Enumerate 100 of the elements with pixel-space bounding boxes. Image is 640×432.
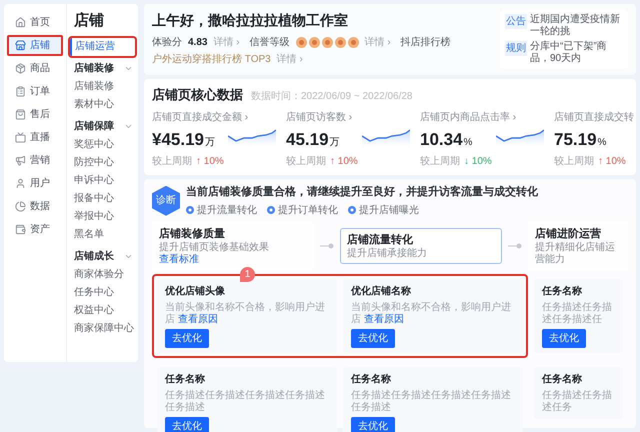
nav-item[interactable]: 店铺 xyxy=(7,35,63,56)
subnav-title: 店铺 xyxy=(72,11,105,31)
tag-dot-icon xyxy=(186,206,194,214)
subnav-item[interactable]: 任务中心 xyxy=(70,284,135,302)
tv-icon xyxy=(15,132,26,143)
notice-text[interactable]: 近期国内遭受疫情新一轮的挑 xyxy=(530,14,623,38)
task-title: 任务名称 xyxy=(542,284,582,299)
diagnosis-tag: 提升订单转化 xyxy=(278,202,338,218)
nav-item[interactable]: 首页 xyxy=(7,12,63,33)
metric-value: 10.34 xyxy=(420,128,463,150)
chevron-icon[interactable] xyxy=(124,64,133,73)
compare-label: 较上周期 xyxy=(420,154,460,169)
optimize-button[interactable]: 去优化 xyxy=(165,417,209,432)
arrow-icon xyxy=(320,242,334,249)
metric-label[interactable]: 店铺页直接成交金额 › xyxy=(152,110,280,124)
metric-value: 75.19 xyxy=(554,128,597,150)
nav-item[interactable]: 用户 xyxy=(7,173,63,194)
subnav-item[interactable]: 商家保障中心 xyxy=(70,320,135,338)
nav-item[interactable]: 资产 xyxy=(7,219,63,240)
compare-label: 较上周期 xyxy=(554,154,594,169)
nav-item[interactable]: 售后 xyxy=(7,104,63,125)
subnav-item[interactable]: 举报中心 xyxy=(70,208,135,226)
diagnosis-tag: 提升店铺曝光 xyxy=(359,202,419,218)
section-title: 店铺页核心数据 xyxy=(152,86,243,104)
stage-title: 店铺进阶运营 xyxy=(535,226,602,242)
nav-item[interactable]: 数据 xyxy=(7,196,63,217)
credit-badge-icon xyxy=(334,37,346,48)
metric-label[interactable]: 店铺页访客数 › xyxy=(286,110,414,124)
clipboard-icon xyxy=(15,86,26,97)
task-title: 优化店铺名称 xyxy=(351,284,411,299)
subnav-item[interactable]: 素材中心 xyxy=(70,96,135,114)
subnav-item[interactable]: 奖惩中心 xyxy=(70,136,135,154)
task-title: 优化店铺头像 xyxy=(165,284,225,299)
compare-label: 较上周期 xyxy=(152,154,192,169)
rank-value: 户外运动穿搭排行榜 TOP3 xyxy=(152,52,271,67)
notice-text[interactable]: 分库中“已下架”商品，90天内 xyxy=(530,41,623,65)
chevron-icon[interactable] xyxy=(124,252,133,261)
view-reason-link[interactable]: 查看原因 xyxy=(178,314,218,325)
optimize-button[interactable]: 去优化 xyxy=(351,329,395,348)
chevron-icon[interactable] xyxy=(124,122,133,131)
subnav-item[interactable]: 防控中心 xyxy=(70,154,135,172)
nav-item[interactable]: 订单 xyxy=(7,81,63,102)
task-desc: 任务描述任务描述任务描述任 xyxy=(542,302,613,326)
subnav-group-title: 店铺保障 xyxy=(74,119,114,134)
optimize-button[interactable]: 去优化 xyxy=(351,417,395,432)
metric-unit: 万 xyxy=(205,136,215,150)
greeting: 上午好，撒哈拉拉拉植物工作室 xyxy=(152,11,349,30)
subnav-item[interactable]: 店铺装修 xyxy=(70,78,135,96)
credit-badge-icon xyxy=(296,37,307,48)
task-desc: 任务描述任务描述任务描述任务描述任务描述 xyxy=(351,390,512,414)
stage-title: 店铺装修质量 xyxy=(159,226,226,242)
task-title: 任务名称 xyxy=(351,372,391,387)
optimize-button[interactable]: 去优化 xyxy=(542,329,586,348)
change-value: ↑ 10% xyxy=(598,155,626,169)
task-title: 任务名称 xyxy=(542,372,582,387)
stage-desc: 提升精细化店铺运营能力 xyxy=(535,242,616,266)
view-standard-link[interactable]: 查看标准 xyxy=(159,254,199,265)
view-reason-link[interactable]: 查看原因 xyxy=(364,314,404,325)
data-period: 数据时间：2022/06/09 ~ 2022/06/28 xyxy=(251,90,412,104)
stage-title: 店铺流量转化 xyxy=(347,232,414,248)
box-icon xyxy=(15,63,26,74)
metric-unit: % xyxy=(598,136,606,150)
home-icon xyxy=(15,17,26,28)
stage-desc: 提升店铺承接能力 xyxy=(347,248,428,260)
subnav-item[interactable]: 申诉中心 xyxy=(70,172,135,190)
megaphone-icon xyxy=(15,155,26,166)
pie-chart-icon xyxy=(15,201,26,212)
nav-item[interactable]: 直播 xyxy=(7,127,63,148)
optimize-button[interactable]: 去优化 xyxy=(165,329,209,348)
tag-dot-icon xyxy=(267,206,275,214)
task-desc: 任务描述任务描述任务 xyxy=(542,390,613,414)
user-icon xyxy=(15,178,26,189)
metric-label[interactable]: 店铺页直接成交转 xyxy=(554,110,634,124)
metric-value: 45.19 xyxy=(286,128,329,150)
subnav-item[interactable]: 报备中心 xyxy=(70,190,135,208)
metric-unit: % xyxy=(464,136,472,150)
change-value: ↑ 10% xyxy=(330,155,358,169)
notice-tag: 公告 xyxy=(505,14,527,29)
subnav-item[interactable]: 权益中心 xyxy=(70,302,135,320)
diagnosis-tag: 提升流量转化 xyxy=(197,202,257,218)
credit-label: 信誉等级 xyxy=(250,36,290,50)
nav-item[interactable]: 商品 xyxy=(7,58,63,79)
task-title: 任务名称 xyxy=(165,372,205,387)
subnav-group-title: 店铺成长 xyxy=(74,249,114,264)
store-icon xyxy=(15,40,26,51)
metric-label[interactable]: 店铺页内商品点击率 › xyxy=(420,110,548,124)
subnav-item[interactable]: 店铺运营 xyxy=(70,38,135,56)
task-desc: 当前头像和名称不合格，影响用户进店 查看原因 xyxy=(165,302,326,326)
subnav-item[interactable]: 黑名单 xyxy=(70,226,135,244)
credit-badge-icon xyxy=(348,37,359,48)
task-desc: 当前头像和名称不合格，影响用户进店 查看原因 xyxy=(351,302,512,326)
credit-badge-icon xyxy=(322,37,333,48)
nav-item[interactable]: 营销 xyxy=(7,150,63,171)
stage-card[interactable]: 店铺流量转化 提升店铺承接能力 xyxy=(340,228,502,264)
diagnosis-badge: 诊断 xyxy=(152,186,180,216)
subnav-item[interactable]: 商家体验分 xyxy=(70,266,135,284)
subnav-group-title: 店铺装修 xyxy=(74,61,114,76)
score-label: 体验分 xyxy=(152,36,182,50)
metric-unit: 万 xyxy=(330,136,340,150)
step-marker: 1 xyxy=(240,267,255,282)
